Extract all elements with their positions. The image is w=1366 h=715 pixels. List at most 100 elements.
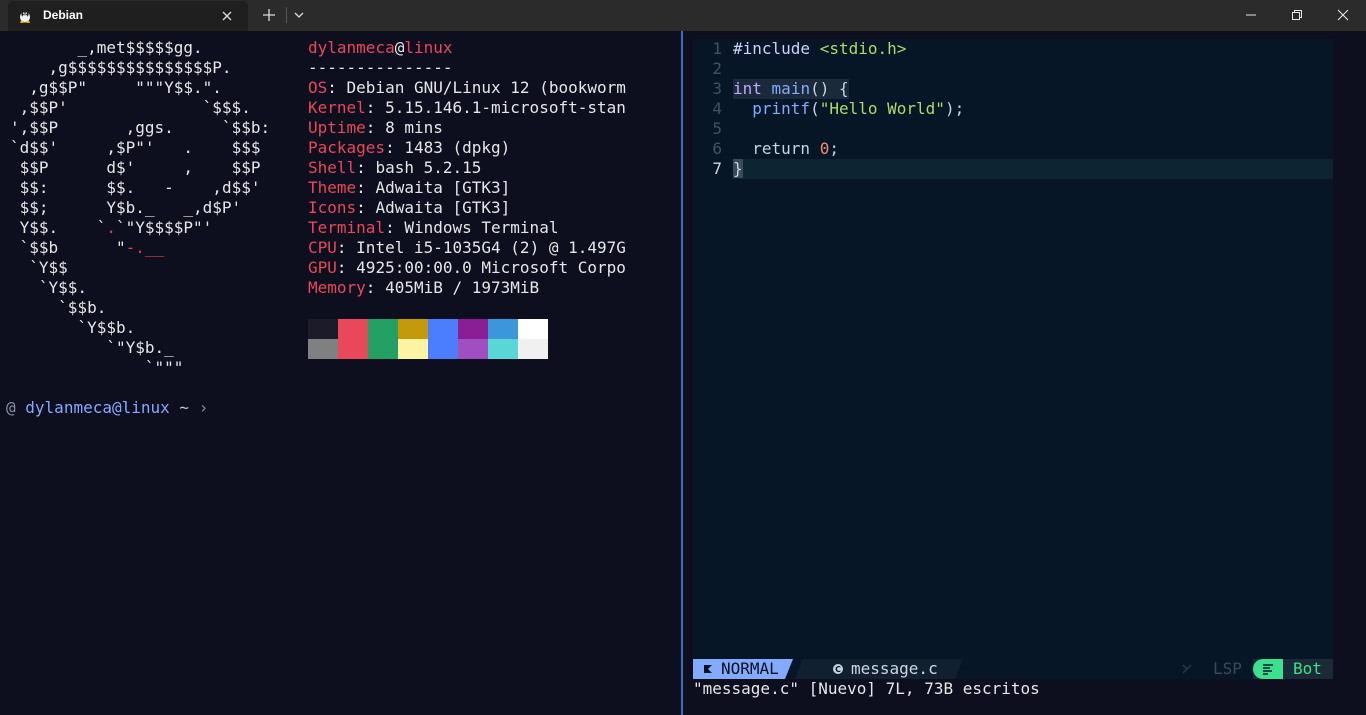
info-row-theme: Theme: Adwaita [GTK3] (308, 178, 510, 198)
string-literal: "Hello World" (819, 99, 945, 118)
info-value: : Adwaita [GTK3] (356, 178, 511, 197)
logo-line: `Y$$. (10, 278, 88, 297)
info-value: : 8 mins (365, 118, 443, 137)
line-number: 1 (712, 39, 722, 58)
position-label: Bot (1293, 659, 1322, 678)
info-key: GPU (308, 258, 337, 277)
code-line-4[interactable]: printf("Hello World"); (733, 99, 964, 119)
info-key: Theme (308, 178, 357, 197)
c-file-icon: C (833, 664, 843, 674)
info-key: Kernel (308, 98, 366, 117)
info-value: : Intel i5-1035G4 (2) @ 1.497G (336, 238, 626, 257)
info-row-kernel: Kernel: 5.15.146.1-microsoft-stan (308, 98, 626, 118)
info-value: : Adwaita [GTK3] (356, 198, 511, 217)
logo-line: `Y$$b. (10, 318, 136, 337)
maximize-button[interactable] (1274, 0, 1320, 31)
command-line-message: "message.c" [Nuevo] 7L, 73B escritos (693, 679, 1040, 698)
logo-accent (174, 138, 184, 157)
header-separator: --------------- (308, 58, 453, 77)
color-swatch (518, 339, 548, 359)
function-name: main (771, 79, 811, 98)
punctuation: () { (810, 79, 849, 98)
info-value: : Windows Terminal (385, 218, 559, 237)
code-line-7[interactable]: } (733, 159, 743, 179)
tab-separator (286, 7, 287, 23)
status-line: NORMAL C message.c LSP Bot (693, 659, 1333, 679)
logo-line: `$$b "-.__ (10, 238, 165, 257)
closing-brace: } (733, 159, 743, 178)
logo-line: `"Y$b._ (10, 338, 174, 357)
info-row-icons: Icons: Adwaita [GTK3] (308, 198, 510, 218)
tab-debian[interactable]: Debian (8, 1, 248, 31)
logo-line: ,g$$P" """Y$$.". (10, 78, 222, 97)
logo-line: `$$b. (10, 298, 107, 317)
logo-line: _,met$$$$$gg. (10, 38, 203, 57)
logo-accent: . (106, 218, 116, 237)
new-tab-plus-icon[interactable] (258, 4, 280, 26)
return-keyword: return (752, 139, 811, 158)
tab-title: Debian (43, 8, 84, 22)
lines-icon (1263, 664, 1273, 675)
type-keyword: int (733, 79, 762, 98)
color-swatch (458, 339, 488, 359)
logo-line: $$: $$. - ,d$$' (10, 178, 261, 197)
logo-line: $$; Y$b._ _,d$P' (10, 198, 242, 217)
info-row-memory: Memory: 405MiB / 1973MiB (308, 278, 539, 298)
info-key: Terminal (308, 218, 386, 237)
prompt-arrow-icon: › (198, 398, 209, 417)
code-line-1[interactable]: #include <stdio.h> (733, 39, 906, 59)
info-key: CPU (308, 238, 337, 257)
logo-accent (155, 178, 165, 197)
svg-text:C: C (835, 665, 841, 674)
logo-line: Y$$. `.`"Y$$$$P"' (10, 218, 213, 237)
chevron-down-icon[interactable] (290, 4, 308, 26)
punctuation: ( (810, 99, 820, 118)
info-row-cpu: CPU: Intel i5-1035G4 (2) @ 1.497G (308, 238, 626, 258)
logo-line: `""" (10, 358, 184, 377)
color-swatch (518, 319, 548, 339)
code-line-3[interactable]: int main() { (733, 79, 849, 99)
color-swatch (428, 339, 458, 359)
terminal-pane-right[interactable]: 1 2 3 4 5 6 7 #include <stdio.h> int mai… (683, 31, 1366, 715)
mode-label: NORMAL (721, 659, 779, 678)
terminal-pane-left[interactable]: _,met$$$$$gg. ,g$$$$$$$$$$$$$$$P. ,g$$P"… (0, 31, 681, 715)
file-name-label[interactable]: message.c (851, 659, 938, 679)
line-number: 5 (712, 119, 722, 138)
color-swatch (398, 339, 428, 359)
lsp-gear-icon (1182, 664, 1192, 674)
current-line-number: 7 (712, 159, 722, 178)
info-value: : 5.15.146.1-microsoft-stan (365, 98, 626, 117)
color-swatch (308, 339, 338, 359)
info-row-os: OS: Debian GNU/Linux 12 (bookworm (308, 78, 626, 98)
user-host-header: dylanmeca@linux (308, 38, 453, 58)
restore-icon (1292, 10, 1302, 20)
code-line-6[interactable]: return 0; (733, 139, 839, 159)
line-number: 3 (712, 79, 722, 98)
info-row-uptime: Uptime: 8 mins (308, 118, 443, 138)
minimize-button[interactable] (1228, 0, 1274, 31)
info-key: Shell (308, 158, 357, 177)
prompt-at-icon: @ (6, 398, 16, 417)
prompt-user-host: dylanmeca@linux (25, 398, 170, 417)
vim-mode-icon (704, 665, 712, 673)
close-window-button[interactable] (1320, 0, 1366, 31)
close-tab-icon[interactable] (218, 7, 236, 25)
info-value: : 405MiB / 1973MiB (365, 278, 540, 297)
code-editor[interactable]: 1 2 3 4 5 6 7 #include <stdio.h> int mai… (693, 39, 1333, 659)
logo-accent: -.__ (125, 238, 165, 257)
color-swatch (368, 339, 398, 359)
color-swatch (488, 319, 518, 339)
color-swatch (308, 319, 338, 339)
info-row-gpu: GPU: 4925:00:00.0 Microsoft Corpo (308, 258, 626, 278)
shell-prompt[interactable]: @ dylanmeca@linux ~ › (6, 398, 208, 418)
color-swatch (458, 319, 488, 339)
color-swatch (338, 339, 368, 359)
info-value: : bash 5.2.15 (356, 158, 482, 177)
logo-line: ,$$P' `$$$. (10, 98, 251, 117)
linux-penguin-icon (20, 9, 30, 23)
info-key: Uptime (308, 118, 366, 137)
info-key: OS (308, 78, 328, 97)
lsp-label: LSP (1213, 659, 1242, 678)
prompt-cwd: ~ (179, 398, 190, 417)
info-key: Icons (308, 198, 357, 217)
